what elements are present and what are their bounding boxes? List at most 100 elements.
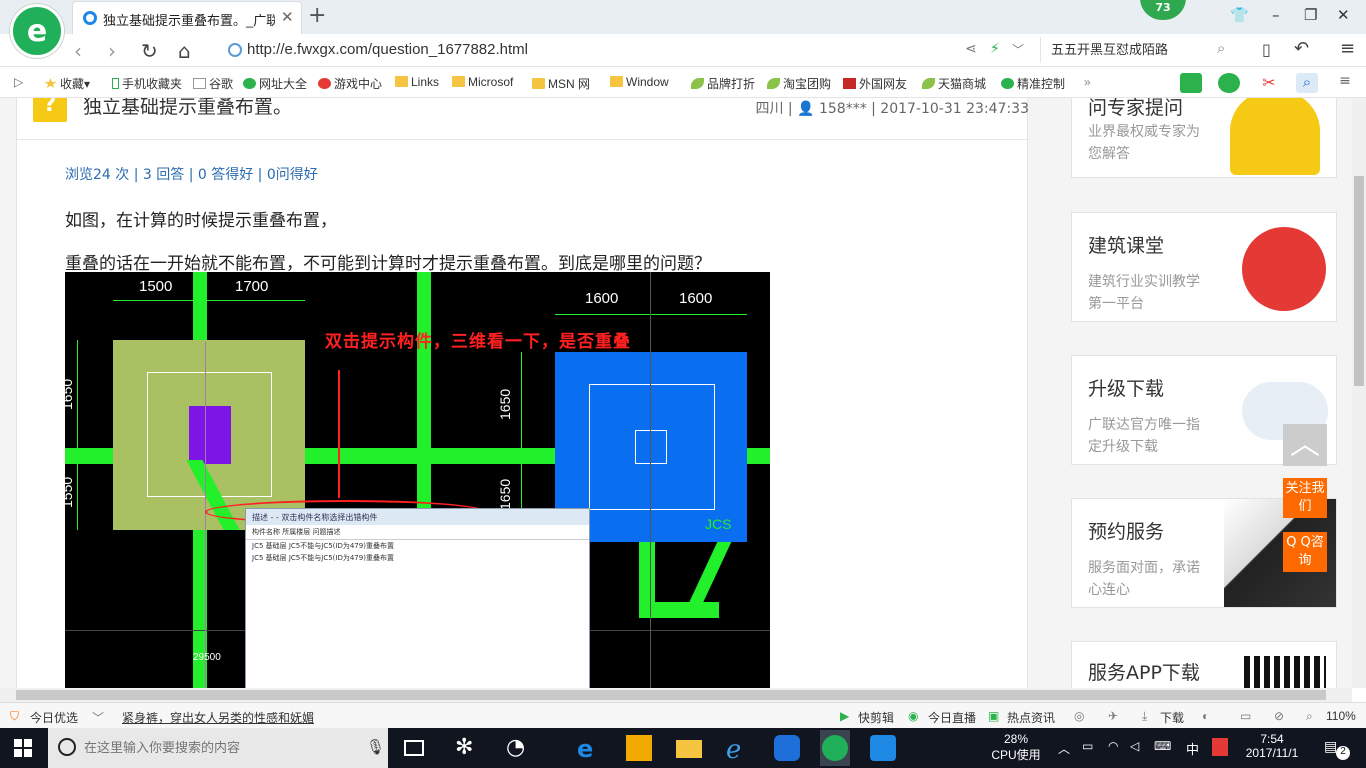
home-icon[interactable]: ⌂ <box>178 39 191 63</box>
bookmark-microsoft[interactable]: Microsof <box>452 75 513 89</box>
share-icon[interactable]: ⋖ <box>965 41 977 57</box>
question-body-line: 重叠的话在一开始就不能布置，不可能到计算时才提示重叠布置。到底是哪里的问题？ <box>65 254 711 274</box>
tab-close-icon[interactable]: ✕ <box>281 8 294 26</box>
tray-chevron-icon[interactable]: ︿ <box>1058 740 1070 757</box>
windows-start-icon[interactable] <box>14 739 32 757</box>
quick-edit[interactable]: 快剪辑 <box>858 709 894 726</box>
cloud-app-icon[interactable]: ◔ <box>506 735 532 761</box>
bookmark-hao[interactable]: 网址大全 <box>243 75 307 92</box>
forward-icon[interactable]: › <box>108 39 116 63</box>
scissors-icon[interactable]: ✂ <box>1258 73 1280 93</box>
bookmark-links[interactable]: Links <box>395 75 439 89</box>
teamviewer-icon[interactable] <box>870 735 896 761</box>
bookmark-mobile-favorites[interactable]: 手机收藏夹 <box>112 75 182 92</box>
microphone-icon[interactable]: 🎙 <box>366 738 385 756</box>
browser-logo-icon[interactable]: e <box>10 4 64 58</box>
vertical-scrollbar[interactable] <box>1352 98 1366 688</box>
mobile-icon[interactable]: ▯ <box>1262 40 1271 59</box>
maximize-button[interactable]: ❐ <box>1304 6 1317 24</box>
bookmark-precise-control[interactable]: 精准控制 <box>1001 75 1065 92</box>
task-view-icon[interactable] <box>404 740 424 756</box>
window-icon[interactable]: ▭ <box>1240 709 1251 723</box>
today-live[interactable]: 今日直播 <box>928 709 976 726</box>
glodon-app-icon[interactable] <box>774 735 800 761</box>
fan-app-icon[interactable]: ✻ <box>455 735 481 761</box>
store-icon[interactable] <box>626 735 652 761</box>
bookmark-msn[interactable]: MSN 网 <box>532 75 590 92</box>
bookmark-google[interactable]: 谷歌 <box>193 75 233 92</box>
ie-icon[interactable]: ℯ <box>726 735 752 765</box>
zoom-level[interactable]: 110% <box>1326 709 1356 723</box>
mute-icon[interactable]: ⊘ <box>1274 709 1284 723</box>
new-tab-button[interactable]: + <box>308 3 326 28</box>
speed-icon[interactable]: ◎ <box>1074 709 1084 723</box>
bookmark-tmall[interactable]: 天猫商城 <box>922 75 986 92</box>
refresh-icon[interactable]: ↻ <box>141 39 158 63</box>
translate-icon[interactable] <box>1218 73 1240 93</box>
search-input[interactable] <box>1051 41 1216 56</box>
today-picks[interactable]: 今日优选 <box>30 709 78 726</box>
clock[interactable]: 7:54 2017/11/1 <box>1242 732 1302 760</box>
horizontal-scrollbar[interactable] <box>0 688 1352 702</box>
tab-active[interactable]: 独立基础提示重叠布置。_广联达 ✕ <box>72 1 302 34</box>
scroll-thumb[interactable] <box>16 690 1326 700</box>
back-to-top-button[interactable]: ︿ <box>1283 424 1327 466</box>
dim-label: 1650 <box>497 388 513 420</box>
download-button[interactable]: 下载 <box>1160 709 1184 726</box>
zoom-icon[interactable]: ⌕ <box>1306 709 1313 724</box>
news-ticker[interactable]: 紧身裤，穿出女人另类的性感和妩媚 <box>122 709 314 726</box>
hot-news[interactable]: 热点资讯 <box>1007 709 1055 726</box>
taskbar-search-input[interactable] <box>84 740 344 755</box>
chevron-down-icon[interactable]: ﹀ <box>1012 41 1024 58</box>
more-bookmarks-icon[interactable]: » <box>1084 75 1091 89</box>
speed-mode-icon[interactable]: ⚡ <box>990 41 1000 57</box>
question-stats[interactable]: 浏览24 次 | 3 回答 | 0 答得好 | 0问得好 <box>65 164 318 184</box>
wifi-icon[interactable]: ◠ <box>1108 739 1118 753</box>
ime-indicator[interactable]: 中 <box>1186 739 1199 758</box>
sogou-icon[interactable] <box>1212 738 1228 756</box>
close-window-button[interactable]: ✕ <box>1337 6 1350 24</box>
address-bar[interactable]: http://e.fwxgx.com/question_1677882.html <box>247 41 528 58</box>
minimize-button[interactable]: – <box>1272 6 1280 24</box>
pin-icon[interactable]: ✈ <box>1108 709 1118 723</box>
bookmark-brand-sale[interactable]: 品牌打折 <box>691 75 755 92</box>
cpu-usage[interactable]: 28% CPU使用 <box>990 732 1042 763</box>
skin-icon[interactable]: 👕 <box>1230 6 1249 24</box>
bookmark-windows[interactable]: Window <box>610 75 669 89</box>
browser-taskbar-icon[interactable] <box>822 735 848 761</box>
dialog-row[interactable]: JC5 基础层 JC5不能与JC5(ID为479)重叠布置 <box>246 540 589 552</box>
scroll-thumb[interactable] <box>1354 176 1364 386</box>
sidebar-card-course[interactable]: 建筑课堂 建筑行业实训教学第一平台 <box>1071 212 1337 322</box>
tools-menu-icon[interactable]: ≡ <box>1334 73 1356 93</box>
theme-icon[interactable]: ◐ <box>1202 709 1209 723</box>
search-icon[interactable]: ⌕ <box>1217 39 1225 57</box>
edge-icon[interactable]: e <box>577 735 603 763</box>
cad-screenshot[interactable]: 1500 1700 1600 1600 1650 1650 1650 1550 … <box>65 272 770 688</box>
shield-icon[interactable] <box>1180 73 1202 93</box>
bookmark-favorites[interactable]: 收藏▾ <box>44 75 90 92</box>
keyboard-icon[interactable]: ⌨ <box>1154 739 1171 753</box>
sidebar-toggle-icon[interactable]: ▷ <box>14 75 23 89</box>
file-explorer-icon[interactable] <box>676 740 702 758</box>
undo-icon[interactable]: ↶ <box>1294 38 1309 59</box>
beam-horizontal <box>639 602 719 618</box>
bookmark-games[interactable]: 游戏中心 <box>318 75 382 92</box>
dialog-row[interactable]: JC5 基础层 JC5不能与JC5(ID为479)重叠布置 <box>246 552 589 564</box>
sidebar-card-app[interactable]: 服务APP下载 <box>1071 641 1337 688</box>
bookmark-taobao[interactable]: 淘宝团购 <box>767 75 831 92</box>
notification-badge[interactable]: 73 <box>1140 0 1186 20</box>
back-icon[interactable]: ‹ <box>74 39 82 63</box>
follow-us-button[interactable]: 关注我们 <box>1283 478 1327 518</box>
secure-site-icon <box>228 43 242 57</box>
bookmark-foreign-friends[interactable]: 外国网友 <box>843 75 907 92</box>
chevron-down-icon[interactable]: ﹀ <box>92 709 104 726</box>
menu-icon[interactable]: ≡ <box>1340 38 1355 59</box>
mascot-icon <box>1230 98 1320 175</box>
taskbar-search[interactable]: 🎙 <box>48 728 388 768</box>
error-dialog[interactable]: 描述 - - 双击构件名称选择出错构件 构件名称 所属楼层 问题描述 JC5 基… <box>245 508 590 688</box>
volume-icon[interactable]: ◁ <box>1130 739 1139 753</box>
sidebar-card-ask-expert[interactable]: 问专家提问 业界最权威专家为您解答 <box>1071 98 1337 178</box>
battery-icon[interactable]: ▭ <box>1082 739 1093 753</box>
qq-consult-button[interactable]: Q Q咨询 <box>1283 532 1327 572</box>
magnifier-icon[interactable]: ⌕ <box>1296 73 1318 93</box>
